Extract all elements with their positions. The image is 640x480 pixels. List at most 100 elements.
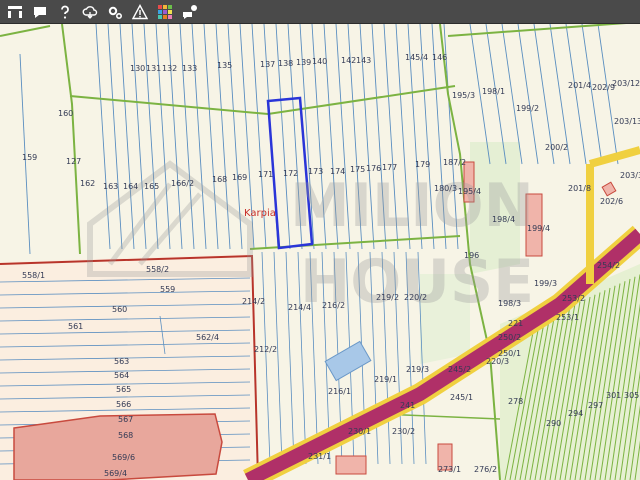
parcel-label[interactable]: 171 xyxy=(258,170,273,179)
parcel-label[interactable]: 127 xyxy=(66,157,81,166)
parcel-label[interactable]: 201/4 xyxy=(568,81,591,90)
parcel-label[interactable]: 560 xyxy=(112,305,127,314)
parcel-label[interactable]: 139 xyxy=(296,58,311,67)
parcel-label[interactable]: 301 xyxy=(606,391,621,400)
parcel-label[interactable]: 172 xyxy=(283,169,298,178)
parcel-label[interactable]: 558/2 xyxy=(146,265,169,274)
parcel-label[interactable]: 561 xyxy=(68,322,83,331)
parcel-label[interactable]: 566 xyxy=(116,400,131,409)
parcel-label[interactable]: 146 xyxy=(432,53,447,62)
parcel-label[interactable]: 130 xyxy=(130,64,145,73)
parcel-label[interactable]: 221 xyxy=(508,319,523,328)
layers-tool-button[interactable] xyxy=(4,1,26,23)
parcel-label[interactable]: 132 xyxy=(162,64,177,73)
parcel-label[interactable]: 180/3 xyxy=(434,184,457,193)
parcel-label[interactable]: 216/1 xyxy=(328,387,351,396)
parcel-label[interactable]: 169 xyxy=(232,173,247,182)
parcel-label[interactable]: 198/4 xyxy=(492,215,515,224)
parcel-label[interactable]: 290 xyxy=(546,419,561,428)
map-canvas[interactable]: MILION HOUSE Karpia 130 131 132 133 135 137 13… xyxy=(0,24,640,480)
parcel-label[interactable]: 245/1 xyxy=(450,393,473,402)
parcel-label[interactable]: 294 xyxy=(568,409,583,418)
parcel-label[interactable]: 569/4 xyxy=(104,469,127,478)
parcel-label[interactable]: 165 xyxy=(144,182,159,191)
parcel-label[interactable]: 162 xyxy=(80,179,95,188)
parcel-label[interactable]: 177 xyxy=(382,163,397,172)
parcel-label[interactable]: 305 xyxy=(624,391,639,400)
parcel-label[interactable]: 140 xyxy=(312,57,327,66)
parcel-label[interactable]: 214/4 xyxy=(288,303,311,312)
parcel-label[interactable]: 276/2 xyxy=(474,465,497,474)
parcel-label[interactable]: 138 xyxy=(278,59,293,68)
parcel-label[interactable]: 567 xyxy=(118,415,133,424)
parcel-label[interactable]: 201/8 xyxy=(568,184,591,193)
parcel-label[interactable]: 199/2 xyxy=(516,104,539,113)
help-tool-button[interactable] xyxy=(54,1,76,23)
cloud-tool-button[interactable] xyxy=(79,1,101,23)
settings-tool-button[interactable] xyxy=(104,1,126,23)
parcel-label[interactable]: 203/12 xyxy=(612,79,640,88)
parcel-label[interactable]: 196 xyxy=(464,251,479,260)
parcel-label[interactable]: 164 xyxy=(123,182,138,191)
parcel-label[interactable]: 245/2 xyxy=(448,365,471,374)
parcel-label[interactable]: 216/2 xyxy=(322,301,345,310)
parcel-label[interactable]: 133 xyxy=(182,64,197,73)
parcel-label[interactable]: 200/2 xyxy=(545,143,568,152)
parcel-label[interactable]: 195/3 xyxy=(452,91,475,100)
parcel-label[interactable]: 219/3 xyxy=(406,365,429,374)
parcel-label[interactable]: 562/4 xyxy=(196,333,219,342)
parcel-label[interactable]: 558/1 xyxy=(22,271,45,280)
parcel-label[interactable]: 168 xyxy=(212,175,227,184)
parcel-label[interactable]: 564 xyxy=(114,371,129,380)
parcel-label[interactable]: 173 xyxy=(308,167,323,176)
parcel-label[interactable]: 203/3 xyxy=(620,171,640,180)
parcel-label[interactable]: 219/2 xyxy=(376,293,399,302)
parcel-label[interactable]: 568 xyxy=(118,431,133,440)
parcel-label[interactable]: 199/4 xyxy=(527,224,550,233)
parcel-label[interactable]: 175 xyxy=(350,165,365,174)
parcel-label[interactable]: 174 xyxy=(330,167,345,176)
parcel-label[interactable]: 254/2 xyxy=(597,261,620,270)
parcel-label[interactable]: 220/2 xyxy=(404,293,427,302)
parcel-label[interactable]: 241 xyxy=(400,401,415,410)
parcel-label[interactable]: 202/6 xyxy=(600,197,623,206)
chat-tool-button[interactable] xyxy=(179,1,201,23)
parcel-label[interactable]: 160 xyxy=(58,109,73,118)
parcel-label[interactable]: 159 xyxy=(22,153,37,162)
parcel-label[interactable]: 297 xyxy=(588,401,603,410)
parcel-label[interactable]: 203/13 xyxy=(614,117,640,126)
parcel-label[interactable]: 145/4 xyxy=(405,53,428,62)
parcel-label[interactable]: 230/2 xyxy=(392,427,415,436)
parcel-label[interactable]: 569/6 xyxy=(112,453,135,462)
parcel-label[interactable]: 563 xyxy=(114,357,129,366)
parcel-label[interactable]: 142 xyxy=(341,56,356,65)
parcel-label[interactable]: 214/2 xyxy=(242,297,265,306)
parcel-label[interactable]: 176 xyxy=(366,164,381,173)
color-grid-tool-button[interactable] xyxy=(154,1,176,23)
parcel-label[interactable]: 220/3 xyxy=(486,357,509,366)
parcel-label[interactable]: 231/1 xyxy=(308,452,331,461)
parcel-label[interactable]: 212/2 xyxy=(254,345,277,354)
warning-tool-button[interactable] xyxy=(129,1,151,23)
parcel-label[interactable]: 187/2 xyxy=(443,158,466,167)
parcel-label[interactable]: 250/2 xyxy=(498,333,521,342)
cadastral-map[interactable]: MILION HOUSE Karpia 130 131 132 133 135 137 13… xyxy=(0,24,640,480)
parcel-label[interactable]: 273/1 xyxy=(438,465,461,474)
parcel-label[interactable]: 198/1 xyxy=(482,87,505,96)
parcel-label[interactable]: 199/3 xyxy=(534,279,557,288)
parcel-label[interactable]: 565 xyxy=(116,385,131,394)
comment-tool-button[interactable] xyxy=(29,1,51,23)
parcel-label[interactable]: 166/2 xyxy=(171,179,194,188)
parcel-label[interactable]: 143 xyxy=(356,56,371,65)
parcel-label[interactable]: 559 xyxy=(160,285,175,294)
parcel-label[interactable]: 195/4 xyxy=(458,187,481,196)
parcel-label[interactable]: 179 xyxy=(415,160,430,169)
parcel-label[interactable]: 163 xyxy=(103,182,118,191)
parcel-label[interactable]: 198/3 xyxy=(498,299,521,308)
parcel-label[interactable]: 131 xyxy=(146,64,161,73)
parcel-label[interactable]: 135 xyxy=(217,61,232,70)
parcel-label[interactable]: 230/1 xyxy=(348,427,371,436)
parcel-label[interactable]: 219/1 xyxy=(374,375,397,384)
parcel-label[interactable]: 253/1 xyxy=(556,313,579,322)
parcel-label[interactable]: 253/2 xyxy=(562,294,585,303)
